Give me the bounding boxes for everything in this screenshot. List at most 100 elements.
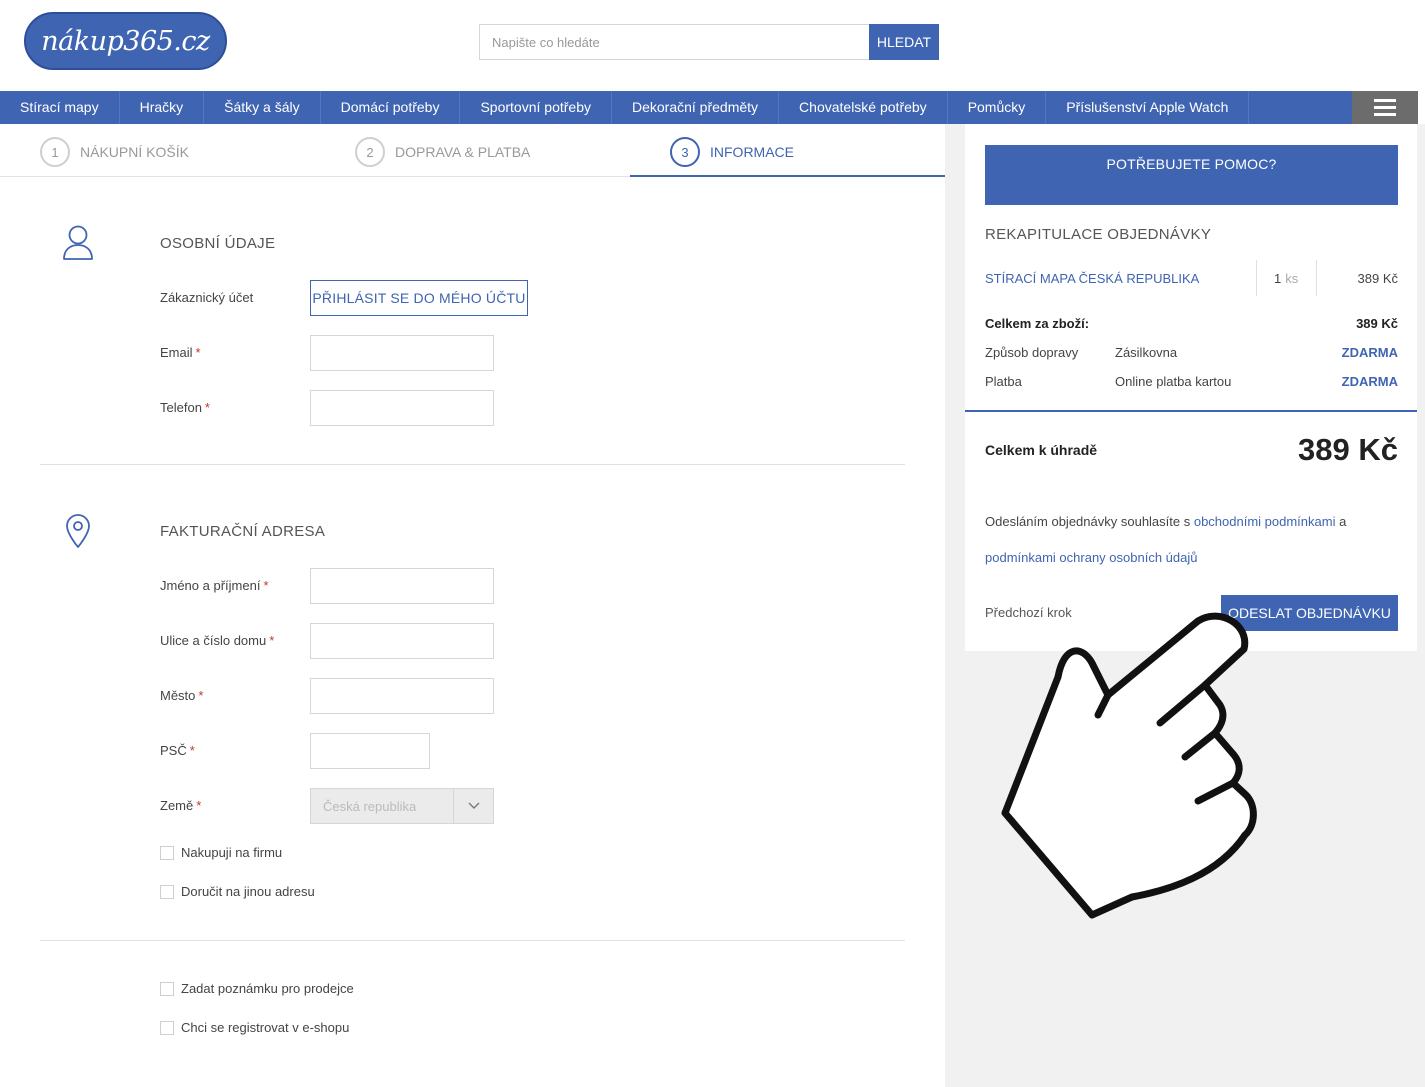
item-divider: [1256, 260, 1257, 296]
step-information[interactable]: 3 INFORMACE: [670, 137, 794, 167]
shipping-price: ZDARMA: [1341, 345, 1398, 360]
checkbox-box[interactable]: [160, 884, 174, 899]
country-select-value: Česká republika: [323, 798, 417, 814]
email-label: Email *: [160, 345, 201, 360]
summary-item-price: 389 Kč: [1357, 271, 1398, 286]
checkout-steps: 1 NÁKUPNÍ KOŠÍK 2 DOPRAVA & PLATBA 3 INF…: [0, 124, 945, 177]
city-label: Město *: [160, 688, 203, 703]
other-address-checkbox-label: Doručit na jinou adresu: [181, 884, 315, 899]
required-mark: *: [263, 578, 269, 593]
chevron-down-icon: [453, 789, 493, 823]
pointing-hand-icon: [1001, 612, 1257, 919]
nav-item-domaci-potreby[interactable]: Domácí potřeby: [321, 91, 461, 124]
terms-before: Odesláním objednávky souhlasíte s: [985, 514, 1194, 529]
zip-label: PSČ *: [160, 743, 195, 758]
account-label: Zákaznický účet: [160, 290, 254, 305]
nav-item-dekoracni-predmety[interactable]: Dekorační předměty: [612, 91, 780, 124]
step-label: DOPRAVA & PLATBA: [395, 144, 531, 160]
nav-item-sportovni-potreby[interactable]: Sportovní potřeby: [460, 91, 612, 124]
summary-item-qty: 1 ks: [1274, 271, 1298, 286]
shipping-label: Způsob dopravy: [985, 345, 1079, 360]
terms-link[interactable]: obchodními podmínkami: [1194, 514, 1336, 529]
name-label: Jméno a příjmení *: [160, 578, 269, 593]
terms-mid: a: [1335, 514, 1347, 529]
total-value: 389 Kč: [1298, 432, 1398, 467]
email-label-text: Email: [160, 345, 193, 360]
nav-item-chovatelske-potreby[interactable]: Chovatelské potřeby: [779, 91, 948, 124]
register-checkbox-label: Chci se registrovat v e-shopu: [181, 1020, 350, 1035]
step-number: 2: [355, 137, 385, 167]
name-label-text: Jméno a příjmení: [160, 578, 261, 593]
street-field[interactable]: [310, 623, 494, 659]
map-pin-icon: [66, 514, 90, 548]
qty-unit: ks: [1285, 271, 1299, 286]
note-checkbox-label: Zadat poznámku pro prodejce: [181, 981, 354, 996]
payment-label: Platba: [985, 374, 1022, 389]
summary-item-name[interactable]: STÍRACÍ MAPA ČESKÁ REPUBLIKA: [985, 271, 1199, 286]
phone-field[interactable]: [310, 390, 494, 426]
checkbox-box[interactable]: [160, 981, 174, 996]
nav-item-stiraci-mapy[interactable]: Stírací mapy: [0, 91, 120, 124]
note-checkbox[interactable]: Zadat poznámku pro prodejce: [160, 981, 354, 996]
section-divider: [40, 940, 905, 941]
name-field[interactable]: [310, 568, 494, 604]
required-mark: *: [195, 345, 201, 360]
email-field[interactable]: [310, 335, 494, 371]
step-shipping[interactable]: 2 DOPRAVA & PLATBA: [355, 137, 530, 167]
company-checkbox[interactable]: Nakupuji na firmu: [160, 845, 282, 860]
required-mark: *: [198, 688, 204, 703]
site-logo[interactable]: nákup365.cz: [24, 12, 227, 70]
help-button[interactable]: POTŘEBUJETE POMOC?: [985, 145, 1398, 205]
total-label: Celkem k úhradě: [985, 442, 1098, 458]
goods-total-label: Celkem za zboží:: [985, 316, 1090, 331]
logo-text: nákup365.cz: [41, 25, 210, 57]
checkbox-box[interactable]: [160, 1020, 174, 1035]
country-select[interactable]: Česká republika: [310, 788, 494, 824]
search-button[interactable]: HLEDAT: [869, 24, 939, 60]
street-label-text: Ulice a číslo domu: [160, 633, 267, 648]
section-divider: [40, 464, 905, 465]
payment-price: ZDARMA: [1341, 374, 1398, 389]
nav-item-apple-watch[interactable]: Příslušenství Apple Watch: [1046, 91, 1250, 124]
qty-value: 1: [1274, 271, 1282, 286]
privacy-link[interactable]: podmínkami ochrany osobních údajů: [985, 550, 1197, 565]
city-field[interactable]: [310, 678, 494, 714]
nav-item-satky[interactable]: Šátky a šály: [204, 91, 321, 124]
street-label: Ulice a číslo domu *: [160, 633, 274, 648]
summary-title: REKAPITULACE OBJEDNÁVKY: [985, 226, 1212, 243]
required-mark: *: [269, 633, 275, 648]
site-header: nákup365.cz HLEDAT: [0, 0, 1425, 91]
payment-value: Online platba kartou: [1115, 374, 1232, 389]
active-step-indicator: [630, 175, 945, 177]
login-button[interactable]: PŘIHLÁSIT SE DO MÉHO ÚČTU: [310, 280, 528, 316]
shipping-value: Zásilkovna: [1115, 345, 1178, 360]
other-address-checkbox[interactable]: Doručit na jinou adresu: [160, 884, 315, 899]
nav-item-hracky[interactable]: Hračky: [120, 91, 205, 124]
step-number: 3: [670, 137, 700, 167]
billing-section-title: FAKTURAČNÍ ADRESA: [160, 523, 326, 540]
goods-total-value: 389 Kč: [1356, 316, 1398, 331]
hamburger-icon[interactable]: [1352, 91, 1418, 124]
company-checkbox-label: Nakupuji na firmu: [181, 845, 283, 860]
checkbox-box[interactable]: [160, 845, 174, 860]
country-label-text: Země: [160, 798, 194, 813]
register-checkbox[interactable]: Chci se registrovat v e-shopu: [160, 1020, 349, 1035]
step-number: 1: [40, 137, 70, 167]
required-mark: *: [204, 400, 210, 415]
step-cart[interactable]: 1 NÁKUPNÍ KOŠÍK: [40, 137, 189, 167]
required-mark: *: [196, 798, 202, 813]
step-label: INFORMACE: [710, 144, 794, 160]
phone-label-text: Telefon: [160, 400, 202, 415]
city-label-text: Město: [160, 688, 196, 703]
required-mark: *: [189, 743, 195, 758]
search-input[interactable]: [479, 24, 870, 60]
item-divider: [1316, 260, 1317, 296]
total-divider: [965, 410, 1417, 412]
terms-text: Odesláním objednávky souhlasíte s obchod…: [985, 504, 1397, 576]
user-icon: [63, 225, 93, 260]
zip-label-text: PSČ: [160, 743, 187, 758]
nav-item-pomucky[interactable]: Pomůcky: [948, 91, 1047, 124]
phone-label: Telefon *: [160, 400, 210, 415]
zip-field[interactable]: [310, 733, 430, 769]
country-label: Země *: [160, 798, 201, 813]
